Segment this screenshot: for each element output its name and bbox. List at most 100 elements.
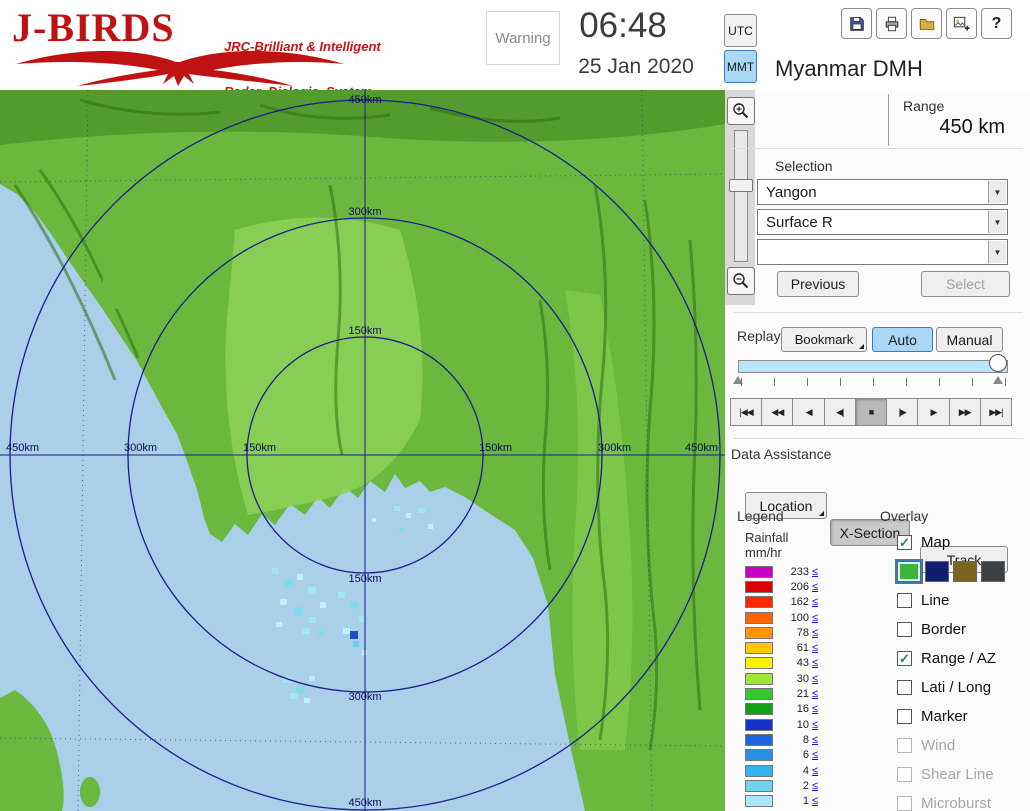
legend-row: 43≤ bbox=[745, 656, 818, 671]
zoom-in-button[interactable] bbox=[727, 97, 755, 125]
legend-lte-link[interactable]: ≤ bbox=[812, 795, 818, 807]
legend-value: 1 bbox=[773, 795, 809, 807]
checkbox[interactable] bbox=[897, 622, 912, 637]
playback-rewind-button[interactable]: ◀◀ bbox=[761, 398, 793, 426]
legend-lte-link[interactable]: ≤ bbox=[812, 703, 818, 715]
legend-value: 4 bbox=[773, 765, 809, 777]
timeline-handle[interactable] bbox=[989, 354, 1007, 372]
legend-swatch bbox=[745, 673, 773, 685]
playback-stop-button[interactable]: ■ bbox=[855, 398, 887, 426]
legend-lte-link[interactable]: ≤ bbox=[812, 596, 818, 608]
separator bbox=[733, 438, 1023, 439]
zoom-out-button[interactable] bbox=[727, 267, 755, 295]
product-dropdown[interactable]: Surface R ▼ bbox=[757, 209, 1008, 235]
legend-lte-link[interactable]: ≤ bbox=[812, 734, 818, 746]
playback-last-button[interactable]: ▶▶| bbox=[980, 398, 1012, 426]
mmt-button[interactable]: MMT bbox=[724, 50, 757, 83]
playback-controls: |◀◀ ◀◀ ◀ ◀| ■ |▶ ▶ ▶▶ ▶▶| bbox=[730, 398, 1011, 426]
legend-lte-link[interactable]: ≤ bbox=[812, 688, 818, 700]
manual-button[interactable]: Manual bbox=[936, 327, 1003, 352]
legend-lte-link[interactable]: ≤ bbox=[812, 780, 818, 792]
option-dropdown[interactable]: ▼ bbox=[757, 239, 1008, 265]
overlay-item-border[interactable]: Border bbox=[897, 615, 1027, 644]
save-button[interactable] bbox=[841, 8, 872, 39]
legend-value: 16 bbox=[773, 703, 809, 715]
zoom-slider-track[interactable] bbox=[734, 130, 748, 262]
site-dropdown[interactable]: Yangon ▼ bbox=[757, 179, 1008, 205]
legend-lte-link[interactable]: ≤ bbox=[812, 673, 818, 685]
legend-lte-link[interactable]: ≤ bbox=[812, 657, 818, 669]
legend-lte-link[interactable]: ≤ bbox=[812, 765, 818, 777]
chevron-down-icon[interactable]: ▼ bbox=[988, 211, 1006, 233]
checkbox[interactable]: ✓ bbox=[897, 651, 912, 666]
site-dropdown-value: Yangon bbox=[766, 184, 817, 201]
chevron-down-icon[interactable]: ▼ bbox=[988, 241, 1006, 263]
playback-stepback-button[interactable]: ◀| bbox=[824, 398, 856, 426]
separator bbox=[733, 312, 1023, 313]
overlay-item-label: Map bbox=[921, 534, 950, 551]
previous-button[interactable]: Previous bbox=[777, 271, 859, 297]
overlay-item-label: Lati / Long bbox=[921, 679, 991, 696]
overlay-item-label: Microburst bbox=[921, 795, 991, 811]
checkbox[interactable] bbox=[897, 593, 912, 608]
ring-label-150-left: 150km bbox=[243, 442, 276, 454]
legend-value: 8 bbox=[773, 734, 809, 746]
auto-button[interactable]: Auto bbox=[872, 327, 933, 352]
ring-label-300-bottom: 300km bbox=[348, 691, 381, 703]
zoom-slider-handle[interactable] bbox=[729, 179, 753, 192]
map-color-options bbox=[897, 557, 1027, 586]
image-plus-icon bbox=[952, 14, 971, 33]
utc-button[interactable]: UTC bbox=[724, 14, 757, 47]
playback-back-button[interactable]: ◀ bbox=[792, 398, 824, 426]
ring-label-300-left: 300km bbox=[124, 442, 157, 454]
capture-image-button[interactable] bbox=[946, 8, 977, 39]
legend-lte-link[interactable]: ≤ bbox=[812, 749, 818, 761]
legend-value: 61 bbox=[773, 642, 809, 654]
checkbox[interactable]: ✓ bbox=[897, 535, 912, 550]
map-color-green-swatch[interactable] bbox=[897, 561, 921, 582]
playback-first-button[interactable]: |◀◀ bbox=[730, 398, 762, 426]
legend-lte-link[interactable]: ≤ bbox=[812, 719, 818, 731]
ring-label-150-right: 150km bbox=[479, 442, 512, 454]
legend-row: 100≤ bbox=[745, 610, 818, 625]
overlay-list: ✓ Map Line Border ✓ Range / AZ bbox=[897, 528, 1027, 811]
checkbox[interactable] bbox=[897, 680, 912, 695]
legend-swatch bbox=[745, 642, 773, 654]
overlay-item-range-az[interactable]: ✓ Range / AZ bbox=[897, 644, 1027, 673]
open-folder-button[interactable] bbox=[911, 8, 942, 39]
legend-swatch bbox=[745, 703, 773, 715]
data-assistance-label: Data Assistance bbox=[731, 446, 831, 462]
range-label: Range bbox=[903, 98, 944, 114]
overlay-item-lati-long[interactable]: Lati / Long bbox=[897, 673, 1027, 702]
map-color-gray-swatch[interactable] bbox=[981, 561, 1005, 582]
help-button[interactable]: ? bbox=[981, 8, 1012, 39]
map-color-navy-swatch[interactable] bbox=[925, 561, 949, 582]
zoom-out-icon bbox=[732, 272, 750, 290]
legend-swatch bbox=[745, 566, 773, 578]
legend-lte-link[interactable]: ≤ bbox=[812, 642, 818, 654]
checkbox[interactable] bbox=[897, 709, 912, 724]
print-button[interactable] bbox=[876, 8, 907, 39]
overlay-item-marker[interactable]: Marker bbox=[897, 702, 1027, 731]
chevron-down-icon[interactable]: ▼ bbox=[988, 181, 1006, 203]
overlay-item-line[interactable]: Line bbox=[897, 586, 1027, 615]
legend-lte-link[interactable]: ≤ bbox=[812, 612, 818, 624]
replay-timeline-slider[interactable] bbox=[738, 360, 1008, 373]
playback-stepforward-button[interactable]: |▶ bbox=[886, 398, 918, 426]
legend-value: 206 bbox=[773, 581, 809, 593]
ring-label-300-right: 300km bbox=[598, 442, 631, 454]
bookmark-button[interactable]: Bookmark bbox=[781, 327, 867, 352]
playback-play-button[interactable]: ▶ bbox=[917, 398, 949, 426]
checkbox bbox=[897, 738, 912, 753]
playback-forward-button[interactable]: ▶▶ bbox=[949, 398, 981, 426]
overlay-item-map[interactable]: ✓ Map bbox=[897, 528, 1027, 557]
map-color-olive-swatch[interactable] bbox=[953, 561, 977, 582]
legend-value: 100 bbox=[773, 612, 809, 624]
select-button[interactable]: Select bbox=[921, 271, 1010, 297]
legend-lte-link[interactable]: ≤ bbox=[812, 566, 818, 578]
legend-lte-link[interactable]: ≤ bbox=[812, 581, 818, 593]
selection-label: Selection bbox=[775, 158, 833, 174]
radar-map[interactable]: 450km 300km 150km 150km 300km 450km 450k… bbox=[0, 90, 725, 811]
legend-lte-link[interactable]: ≤ bbox=[812, 627, 818, 639]
control-panel: Range 450 km Selection Yangon ▼ Surface … bbox=[725, 90, 1030, 811]
